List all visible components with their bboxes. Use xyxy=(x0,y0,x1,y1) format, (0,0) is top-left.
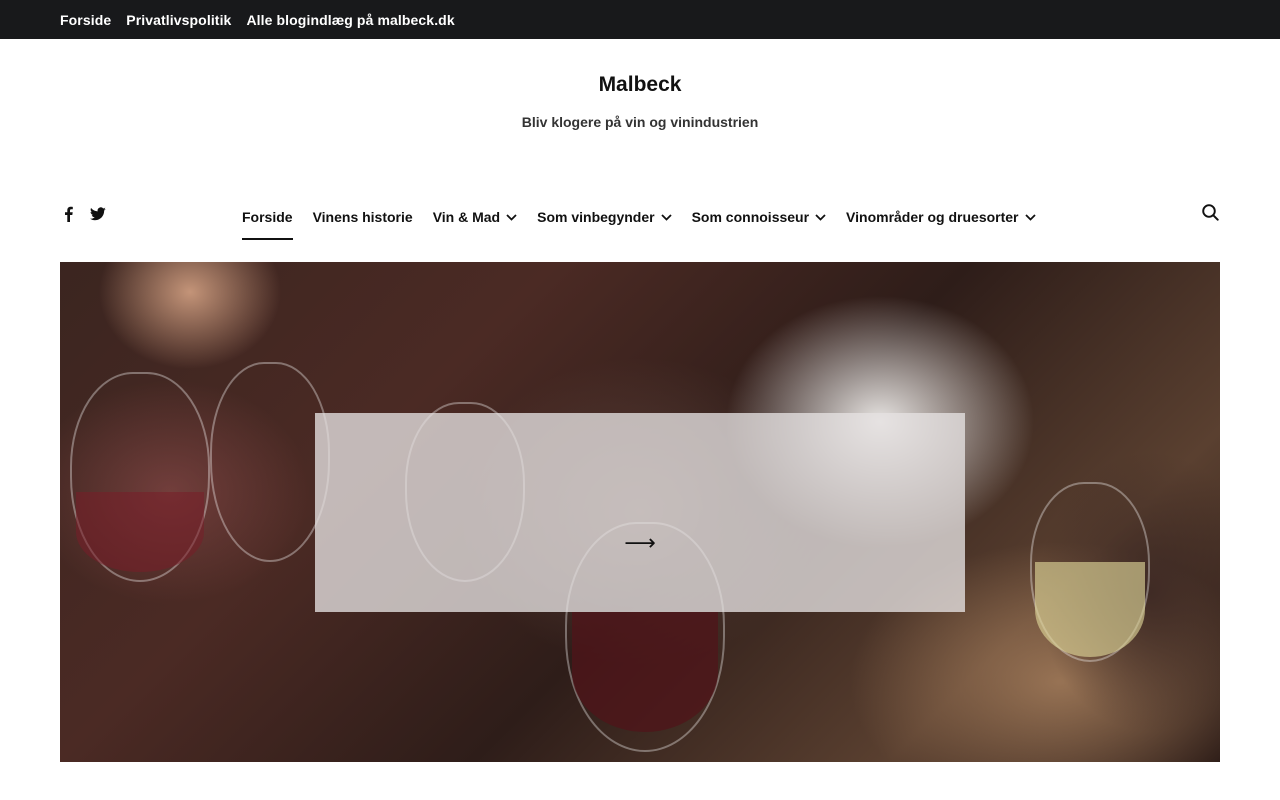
nav-item-label: Vinområder og druesorter xyxy=(846,209,1019,225)
nav-item-som-connoisseur[interactable]: Som connoisseur xyxy=(692,194,826,240)
white-wine-shape xyxy=(1035,562,1145,657)
twitter-icon[interactable] xyxy=(90,206,106,222)
nav-item-label: Forside xyxy=(242,209,293,225)
site-title[interactable]: Malbeck xyxy=(0,70,1280,100)
main-menu: Forside Vinens historie Vin & Mad Som vi… xyxy=(242,194,1056,242)
site-tagline: Bliv klogere på vin og vinindustrien xyxy=(521,114,759,130)
wine-glass-shape xyxy=(210,362,330,562)
red-wine-shape xyxy=(572,612,718,732)
chevron-down-icon xyxy=(815,213,826,221)
chevron-down-icon xyxy=(660,213,672,221)
facebook-icon[interactable] xyxy=(60,206,76,222)
nav-item-forside[interactable]: Forside xyxy=(242,194,293,240)
search-icon xyxy=(1201,204,1219,226)
nav-item-vinomraader-og-druesorter[interactable]: Vinområder og druesorter xyxy=(846,194,1036,240)
nav-item-som-vinbegynder[interactable]: Som vinbegynder xyxy=(537,194,672,240)
top-bar: Forside Privatlivspolitik Alle blogindlæ… xyxy=(0,0,1280,39)
social-links xyxy=(60,206,106,222)
nav-item-label: Vinens historie xyxy=(312,209,413,225)
chevron-down-icon xyxy=(506,213,517,221)
site-branding: Malbeck Bliv klogere på vin og vinindust… xyxy=(0,70,1280,130)
nav-item-vinens-historie[interactable]: Vinens historie xyxy=(313,194,413,240)
arrow-right-icon[interactable]: ⟶ xyxy=(624,532,656,555)
topbar-link-alle-blogindlaeg[interactable]: Alle blogindlæg på malbeck.dk xyxy=(246,12,454,28)
red-wine-shape xyxy=(76,492,204,572)
topbar-link-forside[interactable]: Forside xyxy=(60,12,111,28)
main-navigation-row: Forside Vinens historie Vin & Mad Som vi… xyxy=(60,194,1220,242)
chevron-down-icon xyxy=(1024,213,1036,221)
nav-item-label: Som vinbegynder xyxy=(537,209,655,225)
search-button[interactable] xyxy=(1200,204,1220,226)
hero-overlay-box[interactable]: ⟶ xyxy=(315,413,965,612)
hero-featured-image[interactable]: ⟶ xyxy=(60,262,1220,762)
nav-item-label: Som connoisseur xyxy=(691,209,810,225)
topbar-link-privatlivspolitik[interactable]: Privatlivspolitik xyxy=(126,12,231,28)
nav-item-label: Vin & Mad xyxy=(432,209,501,225)
nav-item-vin-og-mad[interactable]: Vin & Mad xyxy=(433,194,517,240)
